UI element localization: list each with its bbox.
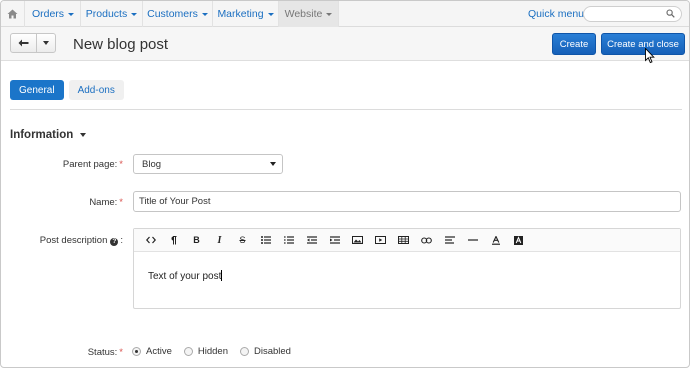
tab-add-ons[interactable]: Add-ons <box>68 80 124 100</box>
quick-menu-link[interactable]: Quick menu <box>528 1 584 27</box>
italic-icon[interactable]: I <box>208 231 231 249</box>
post-description-label: Post description?: <box>39 235 123 246</box>
nav-marketing[interactable]: Marketing <box>213 1 279 27</box>
radio-unchecked-icon[interactable] <box>183 347 193 356</box>
status-disabled-radio[interactable]: Disabled <box>239 346 291 357</box>
search-icon[interactable] <box>666 9 675 21</box>
nav-products-label: Products <box>85 8 128 20</box>
create-button[interactable]: Create <box>552 33 596 55</box>
background-color-icon[interactable] <box>507 231 530 249</box>
status-radio-group: Active Hidden Disabled <box>132 346 303 357</box>
nav-orders-label: Orders <box>31 8 65 20</box>
bullet-list-icon[interactable] <box>254 231 277 249</box>
parent-page-value: Blog <box>142 158 162 170</box>
home-icon[interactable] <box>1 1 25 27</box>
nav-website-label: Website <box>284 8 323 20</box>
editor-toolbar: B I S <box>134 229 680 252</box>
outdent-icon[interactable] <box>300 231 323 249</box>
nav-website[interactable]: Website <box>279 1 339 27</box>
nav-customers-label: Customers <box>147 8 198 20</box>
status-label-text: Status: <box>87 347 118 358</box>
nav-marketing-label: Marketing <box>217 8 264 20</box>
tab-bar: General Add-ons <box>10 80 129 100</box>
search-input[interactable] <box>583 6 682 22</box>
required-marker: * <box>119 197 123 208</box>
text-cursor <box>221 270 223 281</box>
insert-image-icon[interactable] <box>346 231 369 249</box>
chevron-down-icon <box>201 13 208 16</box>
required-marker: * <box>119 347 123 358</box>
chevron-down-icon <box>80 133 87 137</box>
status-label: Status: * <box>88 347 123 358</box>
indent-icon[interactable] <box>323 231 346 249</box>
chevron-down-icon <box>267 13 274 16</box>
post-description-editor: B I S Text of your post <box>133 228 681 309</box>
required-marker: * <box>119 159 123 170</box>
post-description-textarea[interactable]: Text of your post <box>134 252 680 282</box>
font-color-icon[interactable] <box>484 231 507 249</box>
insert-table-icon[interactable] <box>392 231 415 249</box>
bold-icon[interactable]: B <box>185 231 208 249</box>
app-window: Orders Products Customers Marketing Webs… <box>0 0 690 368</box>
back-dropdown-toggle[interactable] <box>37 34 55 52</box>
post-description-label-text: Post description <box>39 235 108 246</box>
name-field[interactable]: Title of Your Post <box>133 191 681 212</box>
post-description-text: Text of your post <box>148 271 222 282</box>
horizontal-rule-icon[interactable] <box>461 231 484 249</box>
divider <box>10 109 682 110</box>
section-title: Information <box>10 129 74 141</box>
align-icon[interactable] <box>438 231 461 249</box>
section-information[interactable]: Information <box>10 129 87 141</box>
numbered-list-icon[interactable] <box>277 231 300 249</box>
radio-checked-icon[interactable] <box>132 347 141 356</box>
nav-customers[interactable]: Customers <box>143 1 213 27</box>
page-toolbar: New blog post Create Create and close <box>1 27 689 61</box>
paragraph-icon[interactable] <box>162 231 185 249</box>
nav-orders[interactable]: Orders <box>26 1 81 27</box>
status-hidden-label: Hidden <box>197 346 228 357</box>
status-hidden-radio[interactable]: Hidden <box>183 346 228 357</box>
status-active-label: Active <box>146 346 172 357</box>
strikethrough-icon[interactable]: S <box>231 231 254 249</box>
back-arrow-icon <box>18 39 29 47</box>
name-label: Name: * <box>89 197 123 208</box>
page-title: New blog post <box>73 36 169 53</box>
chevron-down-icon <box>43 41 49 45</box>
back-button[interactable] <box>11 34 37 52</box>
parent-page-label-text: Parent page: <box>62 159 118 170</box>
tab-general[interactable]: General <box>10 80 64 100</box>
status-disabled-label: Disabled <box>253 346 291 357</box>
parent-page-select[interactable]: Blog <box>133 154 283 174</box>
chevron-down-icon <box>68 13 75 16</box>
chevron-down-icon <box>270 162 276 166</box>
create-and-close-button[interactable]: Create and close <box>601 33 685 55</box>
nav-products[interactable]: Products <box>81 1 143 27</box>
mouse-cursor-icon <box>645 48 655 64</box>
back-button-group <box>10 33 56 53</box>
name-label-text: Name: <box>89 197 118 208</box>
status-active-radio[interactable]: Active <box>132 346 172 357</box>
top-navigation: Orders Products Customers Marketing Webs… <box>1 1 689 27</box>
help-icon[interactable]: ? <box>110 237 119 246</box>
code-view-icon[interactable] <box>139 231 162 249</box>
insert-video-icon[interactable] <box>369 231 392 249</box>
insert-link-icon[interactable] <box>415 231 438 249</box>
chevron-down-icon <box>131 13 138 16</box>
chevron-down-icon <box>326 13 333 16</box>
parent-page-label: Parent page: * <box>63 159 123 170</box>
radio-unchecked-icon[interactable] <box>239 347 249 356</box>
